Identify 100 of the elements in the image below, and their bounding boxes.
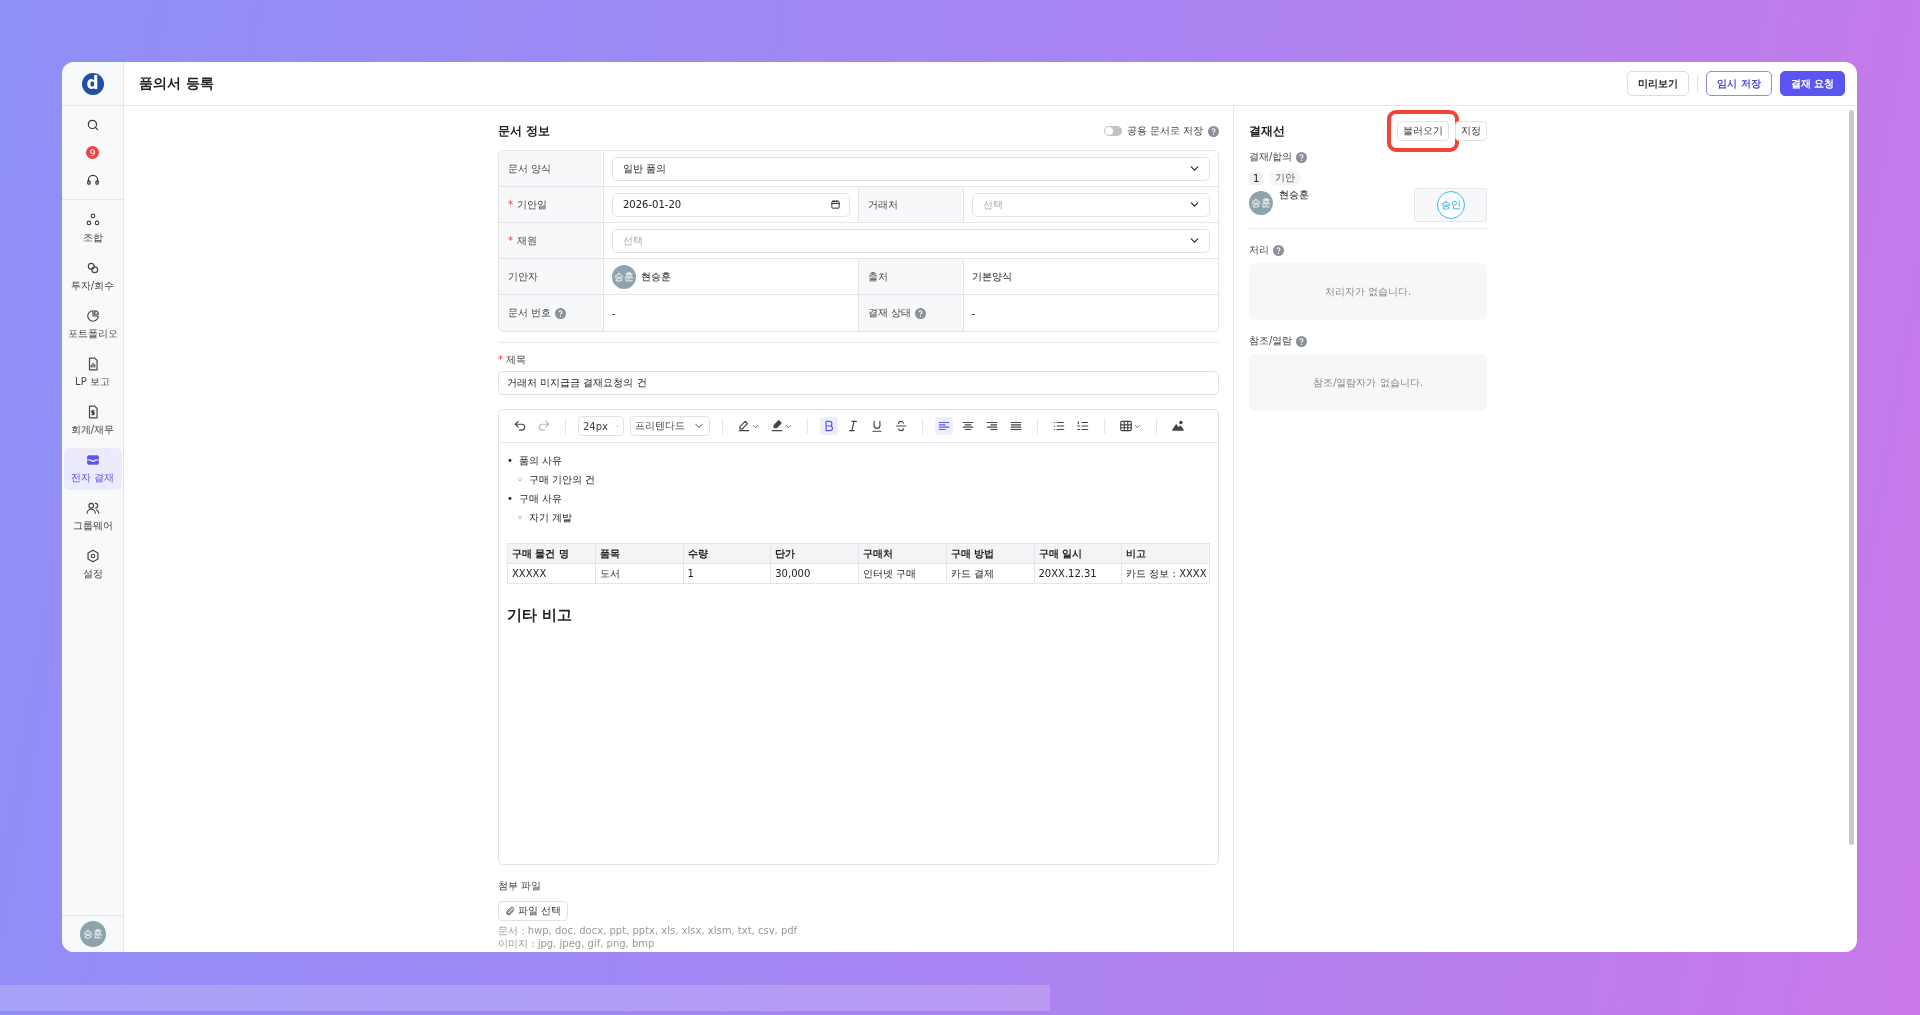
required-mark: * [508, 199, 513, 210]
table-cell: 인터넷 구매 [858, 563, 947, 584]
paperclip-icon [505, 906, 515, 916]
column-header: 단가 [770, 543, 859, 564]
scrollbar[interactable] [1849, 110, 1854, 845]
table-icon [1119, 419, 1133, 433]
list-item: 구매 사유 [519, 493, 563, 504]
user-avatar: 승훈 [1249, 191, 1273, 215]
user-name: 현승훈 [641, 269, 671, 284]
title-field[interactable]: 거래처 미지급금 결재요청의 건 [498, 371, 1219, 395]
field-label: 문서 양식 [508, 161, 552, 176]
field-label: 결재 상태 [867, 306, 911, 320]
align-center-icon [961, 419, 975, 433]
file-type-hint: 이미지 : jpg, jpeg, gif, png, bmp [498, 937, 656, 950]
calendar-icon [829, 199, 841, 210]
marker-icon [770, 419, 784, 433]
pie-chart-icon [85, 309, 100, 323]
font-family-select[interactable]: 프리텐다드 [630, 416, 710, 436]
table-cell: 20XX.12.31 [1034, 563, 1122, 584]
nav-item[interactable]: 투자/회수 [63, 256, 122, 298]
underline-icon [870, 419, 884, 433]
table-cell: 카드 결제 [946, 563, 1034, 584]
align-right-icon [985, 419, 999, 433]
align-left-button[interactable] [935, 417, 953, 435]
approval-line-button[interactable]: 지정 [1455, 121, 1487, 141]
empty-message: 참조/열람자가 없습니다. [1313, 375, 1423, 390]
scrollbar[interactable] [0, 985, 1050, 1011]
nav-item[interactable]: LP 보고 [63, 352, 122, 394]
column-header: 구매 방법 [946, 543, 1034, 564]
section-title: 결재선 [1249, 122, 1285, 140]
file-select-button[interactable]: 파일 선택 [498, 901, 569, 921]
nav-item[interactable]: 전자 결재 [63, 448, 122, 490]
strikethrough-icon [894, 419, 908, 433]
notification-badge[interactable]: 9 [86, 146, 99, 159]
list-item: 구매 기안의 건 [529, 474, 596, 485]
column-header: 구매 일시 [1034, 543, 1122, 564]
toggle-label: 공용 문서로 저장 [1126, 124, 1203, 138]
users-icon [85, 501, 100, 515]
section-title: 문서 정보 [498, 122, 551, 140]
column-header: 구매 물건 명 [507, 543, 596, 564]
column-header: 품목 [595, 543, 683, 564]
field-value: 기본양식 [971, 269, 1012, 284]
table-cell: 카드 정보 : XXXX [1121, 563, 1210, 584]
step-number: 1 [1249, 171, 1264, 185]
section-label: 결재/합의 [1249, 150, 1293, 164]
approval-line-button[interactable]: 불러오기 [1397, 121, 1449, 141]
table-cell: 1 [683, 563, 771, 584]
select-field[interactable]: 일반 품의 [612, 156, 1210, 181]
share-toggle[interactable] [1103, 126, 1122, 136]
bullet-list-icon [1052, 419, 1066, 433]
field-label: 거래처 [867, 197, 898, 212]
help-icon [1208, 125, 1219, 137]
header-button[interactable]: 미리보기 [1627, 71, 1690, 96]
field-label: 재원 [517, 233, 537, 248]
role-tag: 기안 [1269, 170, 1302, 186]
header-button[interactable]: 임시 저장 [1706, 71, 1772, 96]
undo-icon [513, 419, 527, 433]
bullet-marker: ◦ [517, 474, 524, 485]
image-icon [1171, 419, 1185, 433]
nav-item[interactable]: 포트폴리오 [63, 304, 122, 346]
help-icon [1296, 151, 1308, 163]
bold-icon [822, 419, 836, 433]
field-label: 첨부 파일 [498, 879, 542, 893]
file-type-hint: 문서 : hwp, doc, docx, ppt, pptx, xls, xlsx, xlsm, txt, csv, pdf [498, 925, 798, 938]
field-label: 기안자 [508, 269, 538, 284]
inbox-icon [85, 453, 100, 467]
column-header: 비고 [1121, 543, 1210, 564]
empty-message: 처리자가 없습니다. [1324, 284, 1412, 299]
date-field[interactable]: 2026-01-20 [612, 192, 850, 217]
field-label: 제목 [506, 354, 527, 365]
numbered-list-icon [1076, 419, 1090, 433]
app-logo[interactable]: d [81, 72, 104, 95]
header-button[interactable]: 결재 요청 [1779, 71, 1845, 96]
approver-name: 현승훈 [1279, 188, 1309, 202]
font-size-select[interactable]: 24px [578, 416, 624, 436]
bullet-marker: • [507, 455, 514, 466]
field-label: 기안일 [517, 197, 547, 212]
align-justify-icon [1009, 419, 1023, 433]
bold-button[interactable] [820, 417, 838, 435]
rich-text-editor[interactable]: 24px 프리텐다드 • 품의 사유 ◦ 구매 기안의 건 • 구매 사유 ◦ 자기 계발 구매 물건 명 품목 수량 단가 구매처 구매 방법 구매 일시 비고 XXXXX 도서 1 30,000 인터넷 구매 카드 결제 20XX.12.31 카드 정보 : XXXX 기타 비고 [498, 409, 1219, 865]
field-value: - [971, 307, 976, 319]
help-icon [1273, 244, 1284, 256]
section-label: 처리 [1249, 243, 1269, 257]
pen-icon [737, 419, 751, 433]
settings-icon [85, 549, 100, 563]
column-header: 구매처 [858, 543, 947, 564]
nav-item[interactable]: 회계/재무 [63, 400, 122, 442]
nav-item[interactable]: 그룹웨어 [63, 496, 122, 538]
approval-stamp: 승인 [1436, 191, 1465, 219]
nav-item[interactable]: 설정 [63, 544, 122, 586]
bullet-marker: ◦ [517, 512, 524, 523]
redo-icon [537, 419, 551, 433]
column-header: 수량 [683, 543, 771, 564]
align-left-icon [937, 419, 951, 433]
content-heading: 기타 비고 [507, 606, 574, 625]
list-item: 자기 계발 [529, 512, 573, 523]
nav-item[interactable]: 조합 [63, 208, 122, 250]
list-item: 품의 사유 [519, 455, 563, 466]
bullet-marker: • [507, 493, 514, 504]
help-icon [1296, 335, 1308, 347]
